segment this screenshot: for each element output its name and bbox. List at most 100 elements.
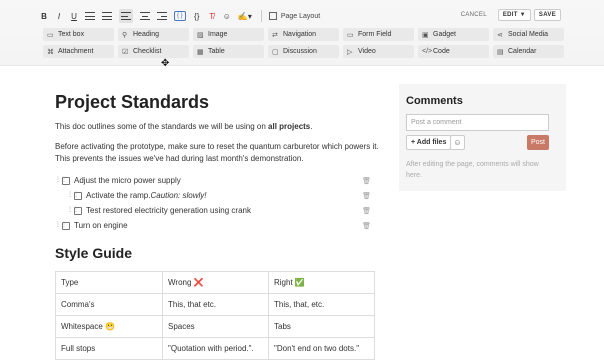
page-title[interactable]: Project Standards — [55, 92, 385, 113]
add-files-button[interactable]: + Add files — [406, 135, 452, 150]
page-layout-label: Page Layout — [280, 12, 321, 20]
insert-label: Navigation — [283, 31, 317, 38]
inline-code-icon[interactable]: {} — [193, 9, 201, 23]
table-cell[interactable]: This, that etc. — [162, 293, 269, 316]
insert-label: Video — [358, 48, 376, 55]
table-cell[interactable]: Whitespace 😬 — [55, 315, 163, 338]
table-icon: ▦ — [197, 48, 204, 56]
page-layout-button[interactable]: Page Layout — [268, 12, 321, 20]
page-actions: CANCEL EDIT ▼ SAVE — [461, 9, 561, 21]
insert-text-box-button[interactable]: ▭ Text box — [43, 28, 114, 41]
edit-dropdown-button[interactable]: EDIT ▼ — [497, 9, 531, 21]
trash-icon[interactable]: 🗑 — [362, 177, 371, 185]
checklist-item-italic: Caution: slowly! — [150, 191, 207, 200]
align-center-icon[interactable] — [140, 9, 150, 23]
insert-video-button[interactable]: ▷ Video — [343, 45, 414, 58]
drag-handle-icon[interactable]: ⋮⋮ — [67, 192, 79, 199]
table-cell[interactable]: This, that, etc. — [268, 293, 375, 316]
insert-label: Code — [433, 48, 450, 55]
checklist-item-text[interactable]: Activate the ramp. — [86, 191, 150, 200]
post-button[interactable]: Post — [527, 135, 549, 150]
heading-icon: ⚲ — [122, 31, 128, 39]
table-cell[interactable]: Full stops — [55, 337, 163, 360]
clear-format-icon[interactable]: T̸ — [208, 9, 216, 23]
social-media-icon: ⋖ — [497, 31, 503, 39]
checklist-item: ⋮⋮ Activate the ramp. Caution: slowly! 🗑 — [55, 188, 385, 203]
video-icon: ▷ — [347, 48, 353, 56]
style-guide-table: Type Wrong ❌ Right ✅ Comma's This, that etc.… — [55, 271, 375, 360]
text-box-icon: ▭ — [47, 31, 54, 39]
table-header-row: Type Wrong ❌ Right ✅ — [55, 271, 375, 294]
insert-label: Table — [208, 48, 225, 55]
checklist-item-text[interactable]: Turn on engine — [74, 221, 128, 230]
insert-calendar-button[interactable]: ▤ Calendar — [493, 45, 564, 58]
table-cell[interactable]: Spaces — [162, 315, 269, 338]
table-cell[interactable]: Comma's — [55, 293, 163, 316]
intro-end-text: . — [310, 122, 313, 131]
emoji-icon[interactable]: ☺ — [450, 135, 465, 150]
bullet-list-icon[interactable] — [85, 9, 95, 23]
table-cell[interactable]: "Don't end on two dots." — [268, 337, 375, 360]
insert-form-field-button[interactable]: ▭ Form Field — [343, 28, 414, 41]
checklist: ⋮⋮ Adjust the micro power supply 🗑 ⋮⋮ Activa… — [55, 173, 385, 233]
save-button[interactable]: SAVE — [533, 9, 561, 21]
align-right-icon[interactable] — [157, 9, 167, 23]
numbered-list-icon[interactable] — [102, 9, 112, 23]
bold-button[interactable]: B — [40, 9, 48, 23]
insert-label: Calendar — [508, 48, 537, 55]
insert-label: Text box — [58, 31, 85, 38]
insert-discussion-button[interactable]: ▢ Discussion — [268, 45, 339, 58]
comments-panel: Comments Post a comment + Add files ☺ Po… — [399, 84, 566, 191]
insert-attachment-button[interactable]: ⌘ Attachment — [43, 45, 114, 58]
checklist-item: ⋮⋮ Turn on engine 🗑 — [55, 218, 385, 233]
table-cell[interactable]: Wrong ❌ — [162, 271, 269, 294]
intro-text: This doc outlines some of the standards … — [55, 122, 269, 131]
table-row: Whitespace 😬 Spaces Tabs — [55, 315, 375, 338]
insert-navigation-button[interactable]: ⇄ Navigation — [268, 28, 339, 41]
trash-icon[interactable]: 🗑 — [362, 192, 371, 200]
insert-heading-button[interactable]: ⚲ Heading — [118, 28, 189, 41]
move-cursor-icon: ✥ — [161, 58, 170, 69]
table-row: Full stops "Quotation with period.". "Don'… — [55, 337, 375, 360]
insert-checklist-button[interactable]: ☑ Checklist — [118, 45, 189, 58]
insert-social-media-button[interactable]: ⋖ Social Media — [493, 28, 564, 41]
emoji-icon[interactable]: ☺ — [223, 9, 231, 23]
intro-bold-text: all projects — [268, 122, 311, 131]
attachment-icon: ⌘ — [47, 48, 54, 56]
document-body: Project Standards This doc outlines some… — [55, 92, 385, 360]
table-cell[interactable]: "Quotation with period.". — [162, 337, 269, 360]
insert-label: Form Field — [358, 31, 392, 38]
underline-button[interactable]: U — [70, 9, 78, 23]
intro-paragraph[interactable]: This doc outlines some of the standards … — [55, 121, 385, 133]
gadget-icon: ▣ — [422, 31, 429, 39]
insert-image-button[interactable]: ▨ Image — [193, 28, 264, 41]
discussion-icon: ▢ — [272, 48, 279, 56]
table-cell[interactable]: Type — [55, 271, 163, 294]
insert-label: Gadget — [433, 31, 456, 38]
insert-label: Checklist — [133, 48, 162, 55]
checklist-item-text[interactable]: Adjust the micro power supply — [74, 176, 181, 185]
insert-label: Social Media — [508, 31, 549, 38]
section-heading[interactable]: Style Guide — [55, 245, 385, 261]
insert-gadget-button[interactable]: ▣ Gadget — [418, 28, 489, 41]
drag-handle-icon[interactable]: ⋮⋮ — [55, 177, 67, 184]
body-paragraph[interactable]: Before activating the prototype, make su… — [55, 141, 385, 165]
code-icon: </> — [422, 48, 433, 55]
insert-code-button[interactable]: </> Code — [418, 45, 489, 58]
table-cell[interactable]: Right ✅ — [268, 271, 375, 294]
checklist-icon: ☑ — [122, 48, 129, 56]
trash-icon[interactable]: 🗑 — [362, 222, 371, 230]
table-cell[interactable]: Tabs — [268, 315, 375, 338]
cancel-button[interactable]: CANCEL — [461, 12, 487, 18]
ink-color-icon[interactable]: ✍▾ — [238, 9, 252, 23]
checklist-item-text[interactable]: Test restored electricity generation usi… — [86, 206, 251, 215]
align-left-icon[interactable] — [119, 9, 133, 23]
insert-table-button[interactable]: ▦ Table — [193, 45, 264, 58]
drag-handle-icon[interactable]: ⋮⋮ — [55, 222, 67, 229]
drag-handle-icon[interactable]: ⋮⋮ — [67, 207, 79, 214]
format-toolbar: B I U { } {} T̸ ☺ ✍▾ Page Layout — [40, 8, 320, 24]
code-block-button[interactable]: { } — [174, 11, 186, 21]
trash-icon[interactable]: 🗑 — [362, 207, 371, 215]
italic-button[interactable]: I — [55, 9, 63, 23]
comment-input[interactable]: Post a comment — [406, 114, 549, 131]
